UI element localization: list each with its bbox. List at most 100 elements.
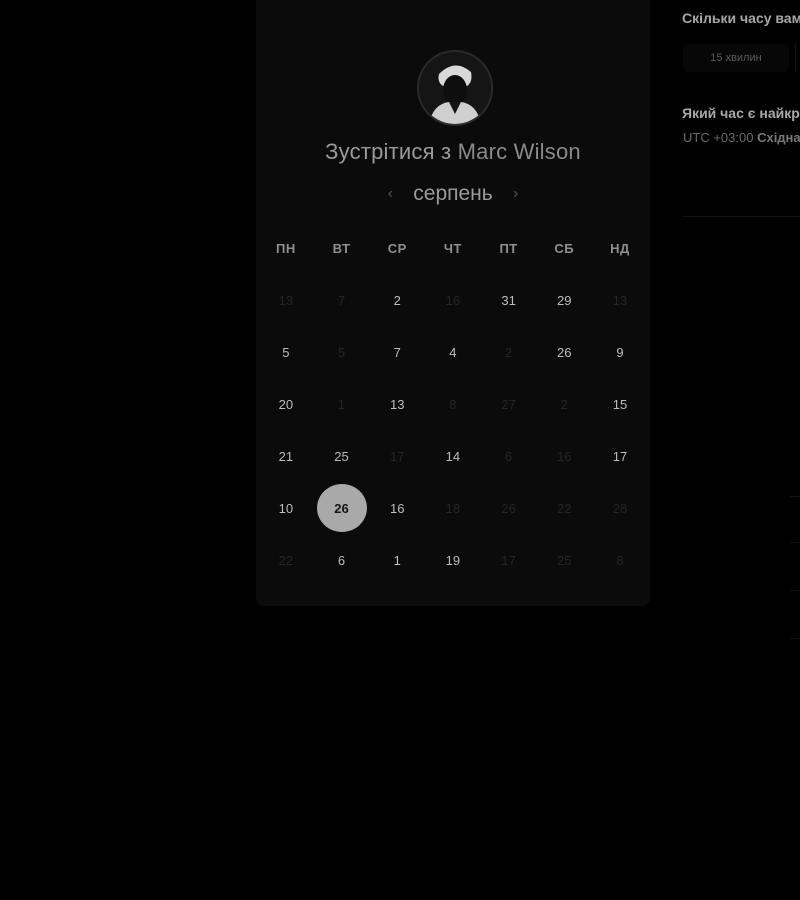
calendar-day[interactable]: 2	[369, 274, 425, 326]
calendar-day: 27	[481, 378, 537, 430]
selected-date[interactable]: 26	[314, 482, 370, 534]
day-number: 19	[445, 552, 461, 568]
calendar-day[interactable]: 25	[314, 430, 370, 482]
day-number: 5	[337, 344, 346, 360]
day-number: 4	[449, 344, 457, 360]
right-panel: Скільки часу вам потрібно? 15 хвилин Яки…	[682, 0, 800, 900]
calendar-day: 26	[481, 482, 537, 534]
meeting-title-prefix: Зустрітися з	[325, 139, 452, 164]
day-number: 26	[316, 484, 367, 532]
day-number: 17	[501, 552, 516, 568]
weekday-label: НД	[610, 241, 630, 256]
day-number: 28	[612, 500, 628, 516]
timezone-selector[interactable]: UTC +03:00 Східна Європа	[683, 130, 800, 145]
day-number: 13	[612, 292, 628, 308]
calendar-day: 1	[314, 378, 370, 430]
calendar-day[interactable]: 9	[592, 326, 648, 378]
duration-option-next[interactable]	[795, 44, 800, 72]
weekday-label: ВТ	[332, 241, 351, 256]
weekday-label: СБ	[554, 241, 575, 256]
month-label: серпень	[413, 182, 493, 205]
calendar-day[interactable]: 7	[369, 326, 425, 378]
day-number: 5	[282, 344, 290, 360]
calendar-day[interactable]: 14	[425, 430, 481, 482]
calendar-day: 5	[314, 326, 370, 378]
calendar-day[interactable]: 31	[481, 274, 537, 326]
day-number: 26	[557, 344, 572, 360]
day-number: 18	[445, 500, 461, 516]
day-number: 27	[501, 396, 516, 412]
calendar-day[interactable]: 19	[425, 534, 481, 586]
day-number: 17	[612, 448, 628, 464]
calendar-day[interactable]: 13	[369, 378, 425, 430]
section-divider	[682, 216, 800, 217]
calendar-day: 2	[481, 326, 537, 378]
calendar-day: 16	[425, 274, 481, 326]
day-number: 31	[501, 292, 516, 308]
day-number: 22	[278, 552, 294, 568]
day-number: 15	[612, 396, 628, 412]
day-number: 7	[337, 292, 346, 308]
calendar-day[interactable]: 15	[592, 378, 648, 430]
day-number: 14	[445, 448, 461, 464]
calendar-day[interactable]: 10	[258, 482, 314, 534]
calendar-day: 8	[592, 534, 648, 586]
calendar-day[interactable]: 16	[369, 482, 425, 534]
calendar-day[interactable]: 5	[258, 326, 314, 378]
calendar-day[interactable]: 1	[369, 534, 425, 586]
slot-divider	[790, 590, 800, 591]
meeting-title: Зустрітися з Marc Wilson	[256, 139, 650, 165]
calendar-day: 28	[592, 482, 648, 534]
booking-card: Зустрітися з Marc Wilson ‹ серпень › ПН В…	[256, 0, 650, 606]
month-navigation: ‹ серпень ›	[256, 182, 650, 206]
day-number: 20	[278, 396, 294, 412]
day-number: 16	[557, 448, 572, 464]
calendar-day: 25	[536, 534, 592, 586]
day-number: 10	[278, 500, 294, 516]
day-number: 1	[393, 552, 401, 568]
calendar-day: 7	[314, 274, 370, 326]
day-number: 21	[278, 448, 294, 464]
day-number: 8	[616, 552, 624, 568]
host-avatar	[417, 50, 493, 126]
calendar-day[interactable]: 20	[258, 378, 314, 430]
day-number: 2	[504, 344, 513, 360]
calendar-day: 22	[258, 534, 314, 586]
day-number: 6	[337, 552, 346, 568]
day-number: 25	[557, 552, 572, 568]
calendar-day: 16	[536, 430, 592, 482]
calendar-day: 6	[481, 430, 537, 482]
day-number: 13	[278, 292, 294, 308]
calendar-day[interactable]: 4	[425, 326, 481, 378]
weekday-label: ЧТ	[443, 241, 462, 256]
calendar-day[interactable]: 21	[258, 430, 314, 482]
calendar-day: 17	[481, 534, 537, 586]
weekday-label: ПН	[275, 241, 296, 256]
calendar-day: 22	[536, 482, 592, 534]
weekday-header: ПН ВТ СР ЧТ ПТ СБ НД	[258, 241, 648, 256]
weekday-label: СР	[387, 241, 407, 256]
day-number: 16	[445, 292, 461, 308]
day-number: 26	[501, 500, 516, 516]
day-number: 1	[337, 396, 346, 412]
calendar-day[interactable]: 6	[314, 534, 370, 586]
calendar-day[interactable]: 17	[592, 430, 648, 482]
duration-option-15[interactable]: 15 хвилин	[683, 44, 789, 72]
weekday-label: ПТ	[499, 241, 518, 256]
day-number: 9	[616, 344, 624, 360]
chevron-left-icon[interactable]: ‹	[383, 185, 397, 203]
host-name: Marc Wilson	[457, 139, 581, 164]
calendar-day: 8	[425, 378, 481, 430]
chevron-right-icon[interactable]: ›	[509, 185, 523, 203]
calendar-day[interactable]: 26	[536, 326, 592, 378]
day-number: 22	[557, 500, 572, 516]
day-number: 2	[393, 292, 401, 308]
time-question: Який час є найкращим?	[682, 105, 800, 121]
calendar-day[interactable]: 29	[536, 274, 592, 326]
calendar-day: 2	[536, 378, 592, 430]
calendar-grid: 13 7 2 16 31 29 13 5 5 7 4 2 26 9 20 1 13 8 27 2 15 21 25 17 14 6…	[258, 274, 648, 586]
timezone-offset: UTC +03:00	[683, 130, 754, 145]
day-number: 7	[393, 344, 401, 360]
day-number: 29	[557, 292, 572, 308]
day-number: 16	[389, 500, 405, 516]
